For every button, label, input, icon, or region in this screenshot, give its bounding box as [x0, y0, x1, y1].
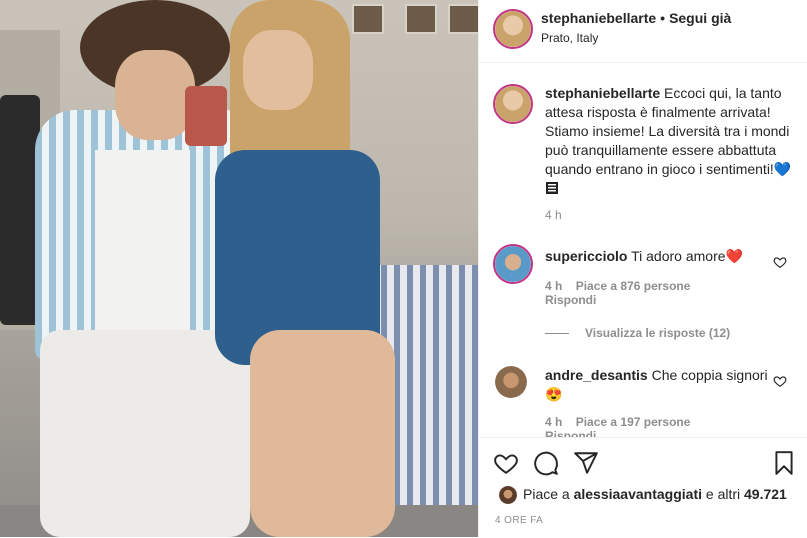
caption-username[interactable]: stephaniebellarte [545, 85, 660, 101]
comment-avatar[interactable] [495, 366, 527, 398]
heart-icon[interactable] [493, 450, 519, 476]
comment-meta: 4 h Piace a 876 persone [545, 279, 700, 293]
comment-text-block: supericciolo Ti adoro amore❤️ [545, 247, 775, 266]
likes-count[interactable]: 49.721 [744, 486, 787, 502]
photo-wall-frame [405, 4, 437, 34]
comment-avatar-image [495, 366, 527, 398]
author-avatar[interactable] [493, 9, 533, 49]
photo-boy-tshirt [95, 150, 190, 330]
likes-summary[interactable]: Piace a alessiaavantaggiati e altri 49.7… [523, 486, 787, 502]
liker-avatar[interactable] [499, 486, 517, 504]
author-avatar-image [495, 11, 531, 47]
caption-timestamp: 4 h [545, 208, 562, 222]
photo-wall-frame [352, 4, 384, 34]
post-photo[interactable] [0, 0, 478, 537]
book-emoji-icon [546, 182, 558, 194]
photo-girl-face [243, 30, 313, 110]
replies-divider-line [545, 333, 569, 335]
likes-prefix: Piace a [523, 486, 570, 502]
reply-button[interactable]: Rispondi [545, 293, 596, 307]
comment-icon[interactable] [533, 450, 559, 476]
comment-text: Ti adoro amore❤️ [631, 248, 743, 264]
caption-avatar-image [495, 86, 531, 122]
comment-like-heart-icon[interactable] [773, 374, 787, 388]
share-icon[interactable] [573, 450, 599, 476]
photo-boy-face [115, 50, 195, 140]
comment-avatar-image [495, 246, 531, 282]
view-replies-button[interactable]: Visualizza le risposte (12) [545, 326, 730, 340]
separator-dot: • [660, 10, 666, 26]
comment-time: 4 h [545, 415, 563, 429]
bookmark-icon[interactable] [771, 450, 797, 476]
photo-chair [0, 95, 40, 325]
view-replies-label: Visualizza le risposte (12) [585, 326, 731, 340]
comment-meta: 4 h Piace a 197 persone [545, 415, 700, 429]
post-side-panel: stephaniebellarte • Segui già Prato, Italy… [478, 0, 807, 538]
liker-avatar-image [499, 486, 517, 504]
comment-username[interactable]: andre_desantis [545, 367, 648, 383]
comment-username[interactable]: supericciolo [545, 248, 627, 264]
photo-girl-legs [250, 330, 395, 537]
photo-boy-pants [40, 330, 250, 537]
header-author-line: stephaniebellarte • Segui già [541, 10, 731, 26]
comment-likes-count[interactable]: Piace a 197 persone [576, 415, 691, 429]
author-username[interactable]: stephaniebellarte [541, 10, 656, 26]
comment-likes-count[interactable]: Piace a 876 persone [576, 279, 691, 293]
post-header: stephaniebellarte • Segui già Prato, Italy [479, 0, 807, 63]
comment-like-heart-icon[interactable] [773, 255, 787, 269]
caption-avatar[interactable] [493, 84, 533, 124]
follow-button[interactable]: Segui già [669, 10, 731, 26]
post-caption: stephaniebellarte Eccoci qui, la tanto a… [545, 84, 800, 198]
likes-suffix: e altri [705, 486, 741, 502]
liker-username[interactable]: alessiaavantaggiati [574, 486, 702, 502]
post-actions-bar: Piace a alessiaavantaggiati e altri 49.7… [479, 437, 807, 538]
post-location[interactable]: Prato, Italy [541, 31, 598, 45]
photo-phone [185, 86, 227, 146]
instagram-post-view: stephaniebellarte • Segui già Prato, Italy… [0, 0, 807, 538]
post-time-ago[interactable]: 4 ORE FA [495, 515, 543, 526]
comment-avatar[interactable] [493, 244, 533, 284]
comment-time: 4 h [545, 279, 563, 293]
comment-text-block: andre_desantis Che coppia signori 😍 [545, 366, 775, 404]
photo-wall-frame [448, 4, 478, 34]
